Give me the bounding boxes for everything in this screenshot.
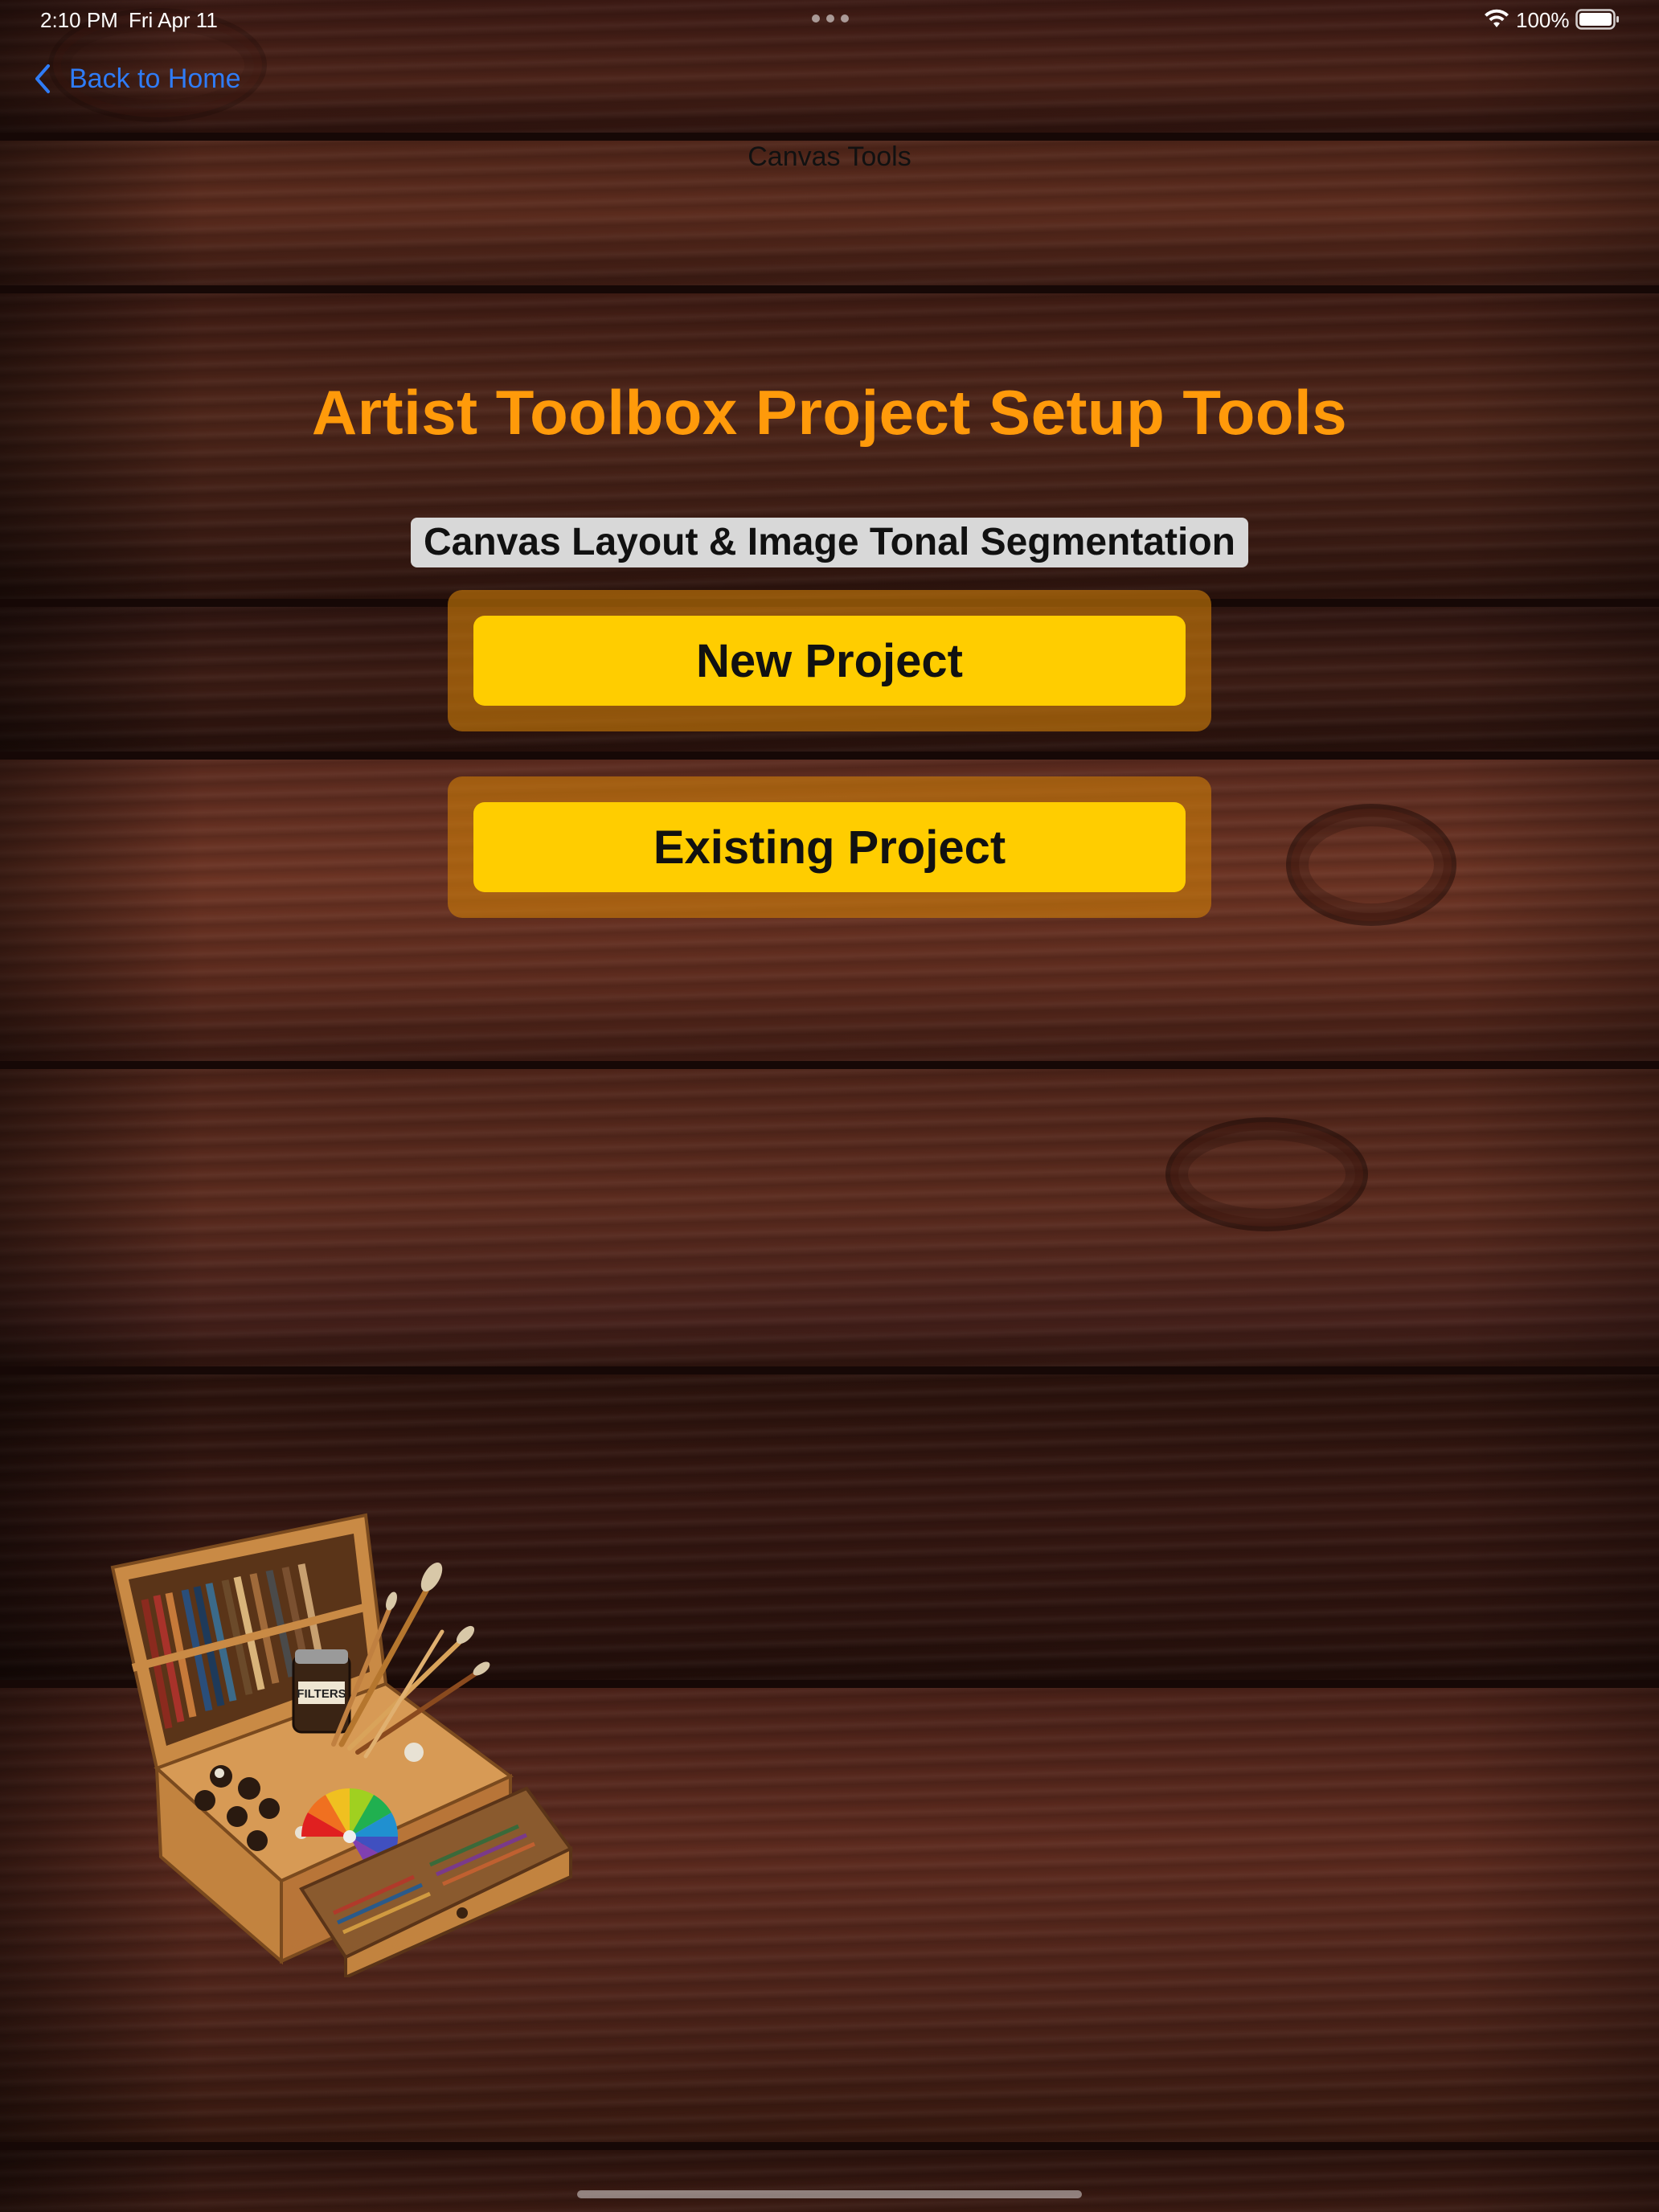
back-to-home-button[interactable]: Back to Home <box>31 58 241 100</box>
new-project-button[interactable]: New Project <box>473 616 1186 706</box>
status-bar: 2:10 PM Fri Apr 11 100% <box>0 0 1659 40</box>
battery-percentage: 100% <box>1516 8 1570 32</box>
existing-project-frame: Existing Project <box>448 776 1211 918</box>
back-button-label: Back to Home <box>69 63 241 94</box>
wifi-icon <box>1485 9 1509 27</box>
status-date: Fri Apr 11 <box>129 8 218 32</box>
artist-toolbox-illustration: FILTERS <box>110 1513 574 1977</box>
status-time: 2:10 PM <box>40 8 118 32</box>
subtitle-container: Canvas Layout & Image Tonal Segmentation <box>0 518 1659 567</box>
nav-title: Canvas Tools <box>748 141 911 172</box>
page-title: Artist Toolbox Project Setup Tools <box>311 377 1348 448</box>
svg-text:FILTERS: FILTERS <box>297 1687 346 1701</box>
chevron-left-icon <box>35 64 50 93</box>
new-project-frame: New Project <box>448 590 1211 731</box>
multitasking-dots-icon[interactable] <box>812 14 849 23</box>
battery-icon <box>1575 9 1619 30</box>
existing-project-button[interactable]: Existing Project <box>473 802 1186 892</box>
page-subtitle: Canvas Layout & Image Tonal Segmentation <box>411 518 1248 567</box>
home-indicator[interactable] <box>577 2190 1082 2198</box>
